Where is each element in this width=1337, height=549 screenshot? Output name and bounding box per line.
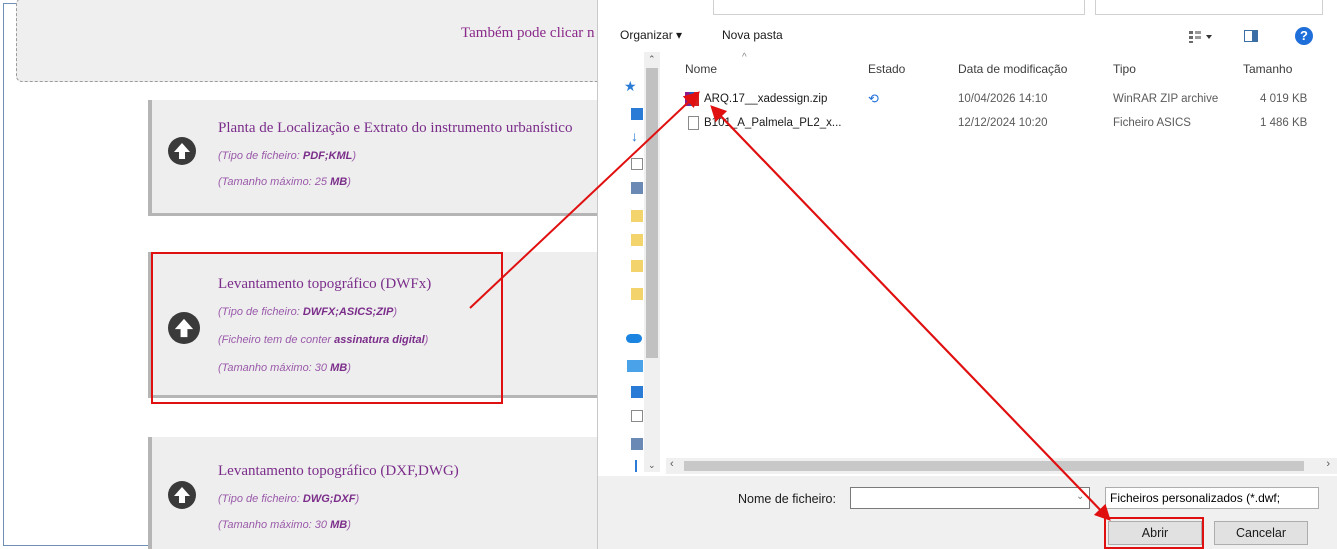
file-type: Ficheiro ASICS [1113, 117, 1191, 129]
file-modified: 10/04/2026 14:10 [958, 93, 1048, 105]
dialog-footer: Nome de ficheiro: ⌄ Ficheiros personaliz… [598, 476, 1337, 549]
upload-dropzone[interactable]: Também pode clicar n [16, 0, 638, 82]
column-header-modified[interactable]: Data de modificação [958, 62, 1067, 76]
this-pc-icon[interactable] [627, 360, 643, 372]
desktop-icon[interactable] [631, 386, 643, 398]
file-row[interactable]: B101_A_Palmela_PL2_x... 12/12/2024 10:20… [680, 113, 1318, 135]
file-type-info: (Tipo de ficheiro: DWG;DXF) [218, 493, 360, 505]
max-size-info: (Tamanho máximo: 30 MB) [218, 519, 351, 531]
documents-icon[interactable] [631, 410, 643, 422]
preview-pane-icon[interactable] [1244, 30, 1258, 42]
sort-up-arrow-icon: ^ [742, 52, 747, 63]
winrar-zip-icon [685, 92, 699, 106]
folder-icon[interactable] [631, 234, 643, 246]
column-header-type[interactable]: Tipo [1113, 62, 1136, 76]
file-name: ARQ.17__xadessign.zip [704, 93, 828, 105]
downloads-icon[interactable]: ↓ [631, 128, 638, 144]
annotation-highlight-card [151, 252, 503, 404]
file-type: WinRAR ZIP archive [1113, 93, 1219, 105]
folder-icon[interactable] [631, 260, 643, 272]
pictures-icon[interactable] [631, 182, 643, 194]
upload-card-survey-dxf-dwg[interactable]: Levantamento topográfico (DXF,DWG) (Tipo… [148, 437, 618, 549]
dialog-toolbar: Organizar ▾ Nova pasta ? [598, 22, 1337, 52]
column-header-state[interactable]: Estado [868, 62, 905, 76]
music-icon[interactable] [631, 460, 637, 472]
desktop-folder-icon[interactable] [631, 108, 643, 120]
scroll-right-arrow-icon[interactable]: › [1326, 458, 1330, 470]
file-size: 1 486 KB [1260, 117, 1308, 129]
file-modified: 12/12/2024 10:20 [958, 117, 1048, 129]
scroll-up-arrow-icon[interactable]: ⌃ [648, 54, 656, 65]
filename-input[interactable] [850, 487, 1090, 509]
annotation-highlight-open-button [1104, 517, 1204, 549]
help-icon[interactable]: ? [1295, 27, 1313, 45]
view-options-icon[interactable] [1188, 30, 1214, 44]
sync-icon: ⟲ [868, 91, 879, 106]
scroll-left-arrow-icon[interactable]: ‹ [670, 458, 674, 470]
address-bar[interactable] [713, 0, 1085, 15]
file-type-filter-value: Ficheiros personalizados (*.dwf; [1110, 491, 1281, 505]
onedrive-icon[interactable] [626, 334, 642, 343]
file-row[interactable]: ARQ.17__xadessign.zip ⟲ 10/04/2026 14:10… [680, 89, 1318, 111]
card-title: Levantamento topográfico (DXF,DWG) [218, 463, 459, 479]
new-folder-button[interactable]: Nova pasta [722, 28, 783, 42]
quick-access-pin-icon[interactable]: ★ [624, 78, 637, 95]
upload-arrow-icon[interactable] [168, 481, 196, 509]
upload-arrow-icon[interactable] [168, 137, 196, 165]
chevron-down-icon[interactable]: ⌄ [1076, 491, 1084, 502]
pictures-icon[interactable] [631, 438, 643, 450]
column-header-size[interactable]: Tamanho [1243, 62, 1292, 76]
file-type-info: (Tipo de ficheiro: PDF;KML) [218, 150, 357, 162]
file-name: B101_A_Palmela_PL2_x... [704, 117, 842, 129]
scrollbar-thumb[interactable] [684, 461, 1304, 471]
documents-icon[interactable] [631, 158, 643, 170]
max-size-info: (Tamanho máximo: 25 MB) [218, 176, 351, 188]
file-type-filter-select[interactable]: Ficheiros personalizados (*.dwf; [1105, 487, 1319, 509]
scrollbar-thumb[interactable] [646, 68, 658, 358]
folder-icon[interactable] [631, 288, 643, 300]
file-list-horizontal-scrollbar[interactable]: ‹ › [666, 458, 1337, 474]
dropzone-hint: Também pode clicar n [461, 25, 595, 41]
filename-label: Nome de ficheiro: [738, 492, 836, 506]
search-box[interactable] [1095, 0, 1323, 15]
card-title: Planta de Localização e Extrato do instr… [218, 120, 573, 136]
navigation-scrollbar[interactable]: ⌃ ⌄ [644, 52, 660, 472]
upload-card-location-plan[interactable]: Planta de Localização e Extrato do instr… [148, 100, 618, 216]
file-size: 4 019 KB [1260, 93, 1308, 105]
organize-menu[interactable]: Organizar ▾ [620, 28, 682, 42]
folder-icon[interactable] [631, 210, 643, 222]
document-file-icon [688, 116, 699, 130]
open-file-dialog: Organizar ▾ Nova pasta ? ★ ↓ ⌃ ⌄ ^ Nome … [597, 0, 1337, 549]
column-header-name[interactable]: Nome [685, 62, 717, 76]
scroll-down-arrow-icon[interactable]: ⌄ [648, 460, 656, 471]
cancel-button[interactable]: Cancelar [1214, 521, 1308, 545]
